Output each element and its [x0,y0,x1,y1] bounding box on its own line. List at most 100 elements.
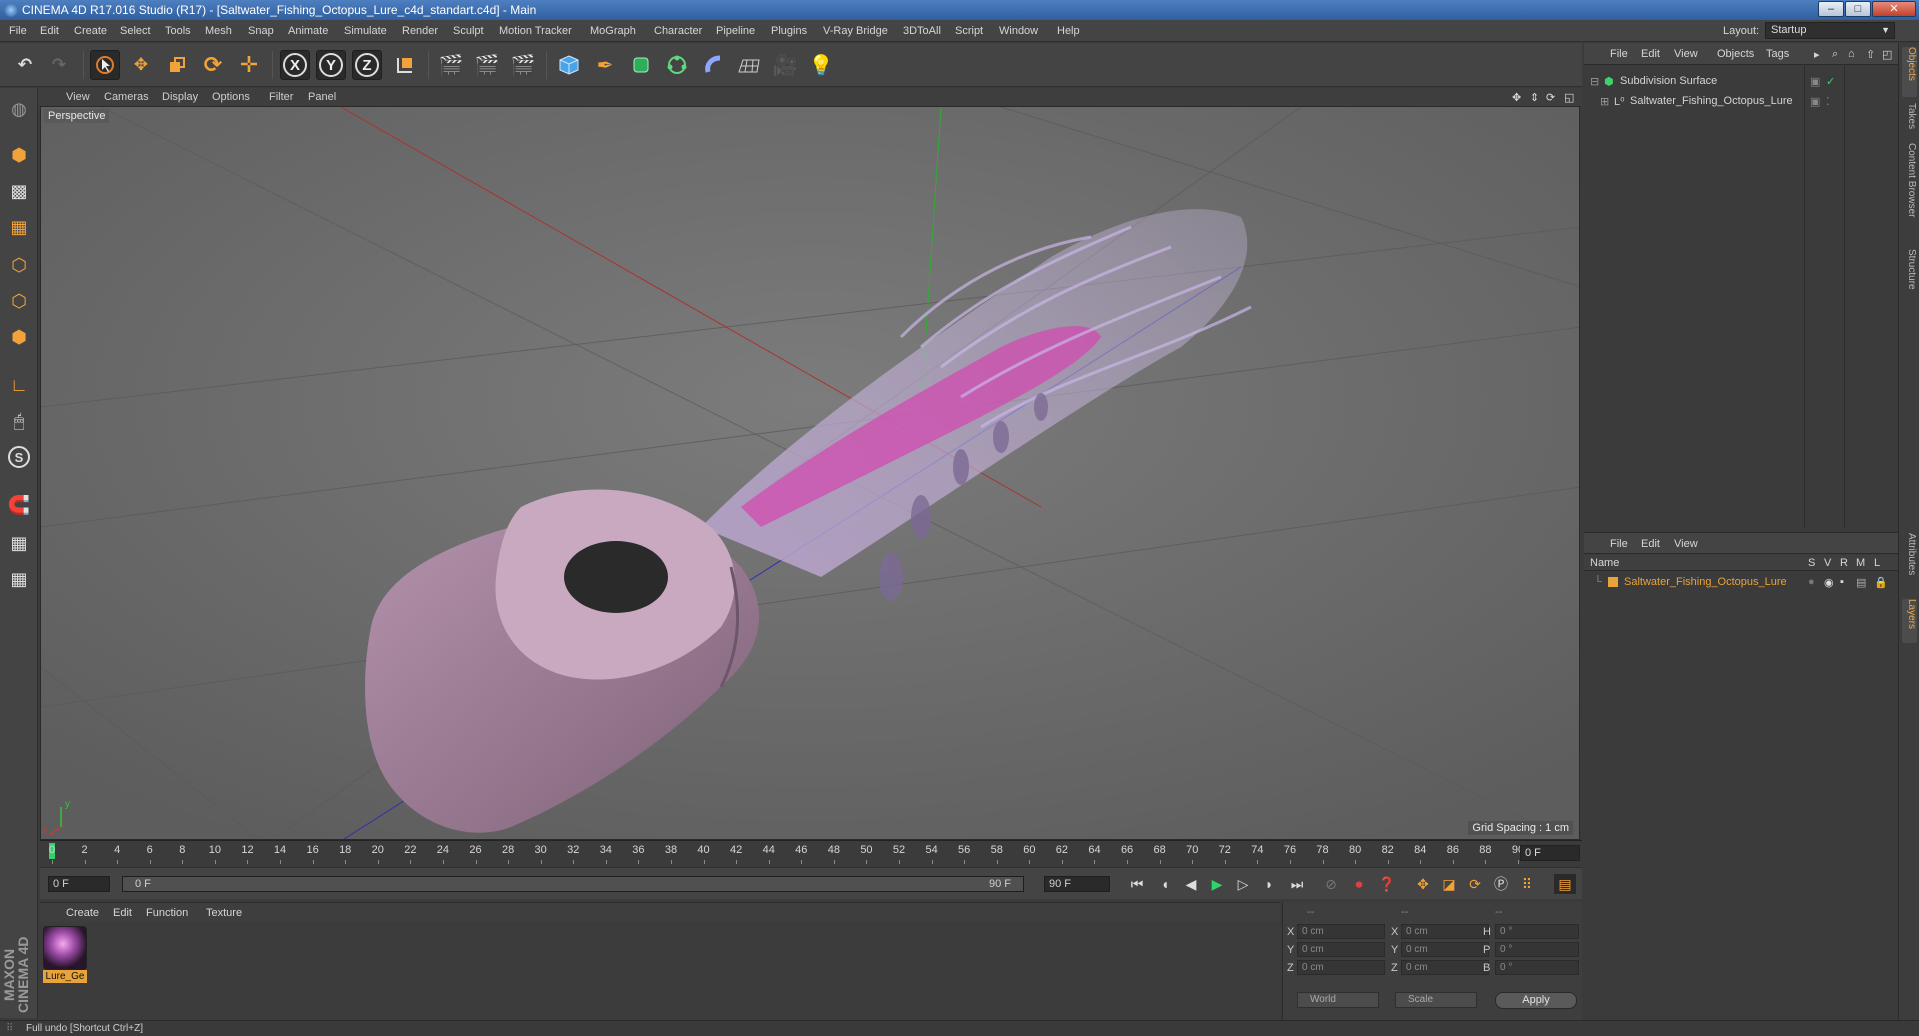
menu-file[interactable]: File [9,25,27,37]
rot-b-field[interactable]: 0 ° [1495,960,1579,975]
move-tool[interactable]: ✥ [126,50,156,80]
menu-window[interactable]: Window [999,25,1038,37]
object-row-subdivision[interactable]: ⊟ ⬢ Subdivision Surface ▣ ✓ [1584,72,1898,90]
layer-col-manager[interactable]: M [1856,557,1865,569]
object-menu-objects[interactable]: Objects [1717,48,1754,60]
maximize-button[interactable]: □ [1845,1,1871,17]
frame-range-slider[interactable]: 0 F 90 F [122,876,1024,892]
add-camera-button[interactable]: 🎥 [770,50,800,80]
object-menu-file[interactable]: File [1610,48,1628,60]
add-cube-button[interactable] [554,50,584,80]
object-menu-edit[interactable]: Edit [1641,48,1660,60]
menu-animate[interactable]: Animate [288,25,328,37]
add-nurbs-button[interactable] [626,50,656,80]
home-icon[interactable]: ⌂ [1848,48,1855,60]
viewport-menu-cameras[interactable]: Cameras [104,91,149,103]
add-light-button[interactable]: 💡 [806,50,836,80]
viewport-maximize-icon[interactable]: ◱ [1564,91,1574,104]
next-key-button[interactable]: ◗ [1258,874,1280,894]
layout-select[interactable]: Startup ▼ [1765,22,1895,39]
z-axis-lock[interactable]: Z [352,50,382,80]
key-pla-button[interactable]: ⠿ [1516,874,1538,894]
add-scene-button[interactable] [734,50,764,80]
size-y-field[interactable]: 0 cm [1401,942,1489,957]
layer-menu-view[interactable]: View [1674,538,1698,550]
menu-snap[interactable]: Snap [248,25,274,37]
layer-view-eye-icon[interactable]: ◉ [1824,576,1834,589]
redo-button[interactable]: ↷ [44,50,74,80]
texture-mode-button[interactable]: ▩ [4,176,34,206]
start-frame-field[interactable]: 0 F [48,876,110,892]
new-window-icon[interactable]: ◰ [1882,48,1892,61]
x-axis-lock[interactable]: X [280,50,310,80]
tab-layers[interactable]: Layers [1902,599,1917,643]
size-mode-dropdown[interactable]: Scale [1395,992,1477,1008]
more-arrow-icon[interactable]: ▸ [1814,48,1820,61]
layer-col-locked[interactable]: L [1874,557,1880,569]
layer-col-solo[interactable]: S [1808,557,1815,569]
viewport-menu-panel[interactable]: Panel [308,91,336,103]
material-menu-edit[interactable]: Edit [113,907,132,919]
material-thumbnail[interactable] [43,926,87,970]
goto-end-button[interactable]: ⏭ [1286,874,1308,894]
material-name[interactable]: Lure_Ge [43,970,87,983]
prev-frame-button[interactable]: ◀ [1180,874,1202,894]
workplane-mode-button[interactable]: ▦ [4,212,34,242]
material-menu-texture[interactable]: Texture [206,907,242,919]
menu-character[interactable]: Character [654,25,702,37]
last-tool[interactable]: ✛ [234,50,264,80]
layer-menu-edit[interactable]: Edit [1641,538,1660,550]
menu-select[interactable]: Select [120,25,151,37]
menu-script[interactable]: Script [955,25,983,37]
menu-motion-tracker[interactable]: Motion Tracker [499,25,572,37]
timeline-window-button[interactable]: ▤ [1554,874,1576,894]
expand-icon[interactable]: ⊞ [1600,95,1609,108]
3d-viewport[interactable]: y x Perspective Grid Spacing : 1 cm [40,106,1580,840]
record-keys-button[interactable]: ⊘ [1320,874,1342,894]
add-array-button[interactable] [662,50,692,80]
minimize-button[interactable]: – [1818,1,1844,17]
size-x-field[interactable]: 0 cm [1401,924,1489,939]
size-z-field[interactable]: 0 cm [1401,960,1489,975]
layer-color-swatch[interactable] [1608,577,1618,587]
rot-h-field[interactable]: 0 ° [1495,924,1579,939]
model-mode-button[interactable]: ⬢ [4,140,34,170]
viewport-move-icon[interactable]: ✥ [1512,91,1521,104]
next-frame-button[interactable]: ▷ [1232,874,1254,894]
edit-toggle-icon[interactable]: ▣ [1810,95,1820,108]
menu-help[interactable]: Help [1057,25,1080,37]
coordinate-space-dropdown[interactable]: World [1297,992,1379,1008]
add-deformer-button[interactable] [698,50,728,80]
menu-simulate[interactable]: Simulate [344,25,387,37]
render-settings-button[interactable]: 🎬 [508,50,538,80]
axis-mode-button[interactable]: ∟ [4,370,34,400]
pos-x-field[interactable]: 0 cm [1297,924,1385,939]
layer-col-render[interactable]: R [1840,557,1848,569]
rotate-tool[interactable]: ⟳ [198,50,228,80]
add-spline-button[interactable]: ✒ [590,50,620,80]
key-parameter-button[interactable]: Ⓟ [1490,874,1512,894]
magnet-button[interactable]: 🧲 [4,490,34,520]
goto-start-button[interactable]: ⏮ [1126,874,1148,894]
key-scale-button[interactable]: ◪ [1438,874,1460,894]
play-button[interactable]: ▶ [1206,874,1228,894]
layer-col-name[interactable]: Name [1590,557,1619,569]
snapping-button[interactable]: S [4,442,34,472]
object-name[interactable]: Subdivision Surface [1620,75,1717,87]
layer-solo-icon[interactable]: ● [1808,576,1815,588]
collapse-icon[interactable]: ⊟ [1590,75,1599,88]
tab-objects[interactable]: Objects [1902,47,1917,97]
menu-vray-bridge[interactable]: V-Ray Bridge [823,25,888,37]
layer-menu-file[interactable]: File [1610,538,1628,550]
lock-workplane-button[interactable]: ▦ [4,528,34,558]
tweak-mode-button[interactable]: 🖱 [4,406,34,436]
search-icon[interactable]: ⌕ [1832,48,1838,61]
viewport-zoom-icon[interactable]: ⇕ [1530,91,1539,104]
autokey-button[interactable]: ⏺ [1348,874,1370,894]
key-position-button[interactable]: ✥ [1412,874,1434,894]
layer-col-view[interactable]: V [1824,557,1831,569]
pos-y-field[interactable]: 0 cm [1297,942,1385,957]
current-frame-field[interactable]: 0 F [1520,845,1580,861]
scale-tool[interactable] [162,50,192,80]
menu-mograph[interactable]: MoGraph [590,25,636,37]
